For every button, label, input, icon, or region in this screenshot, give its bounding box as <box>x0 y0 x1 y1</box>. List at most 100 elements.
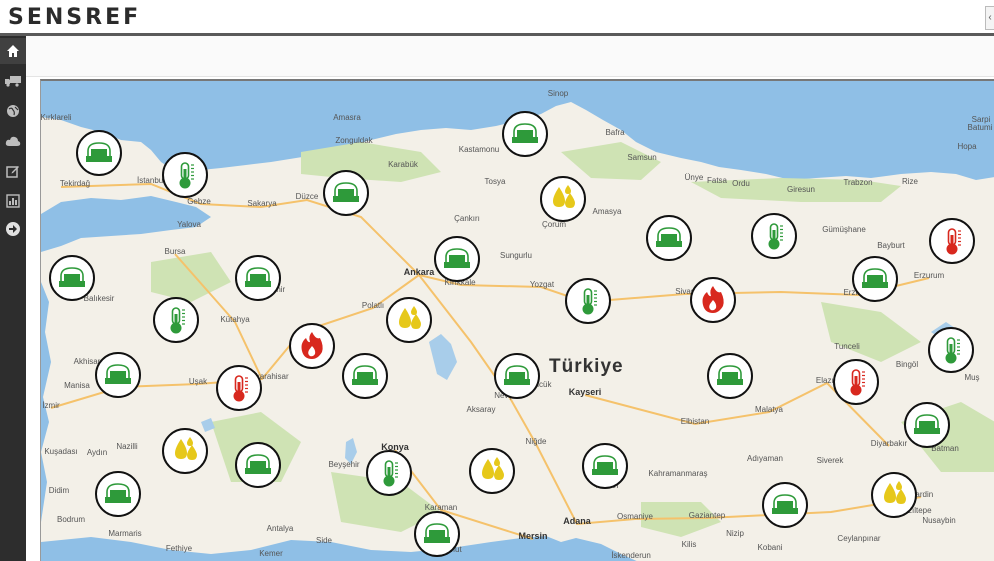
place-label: Uşak <box>189 377 208 386</box>
place-label: Kobani <box>758 543 783 552</box>
marker-silo-green[interactable] <box>494 353 540 399</box>
marker-silo-green[interactable] <box>323 170 369 216</box>
place-label: Rize <box>902 177 919 186</box>
place-label: Ankara <box>404 267 436 277</box>
marker-thermometer-green[interactable] <box>366 450 412 496</box>
marker-silo-green[interactable] <box>235 442 281 488</box>
place-label: Adıyaman <box>747 454 783 463</box>
place-label: Ordu <box>732 179 750 188</box>
sidebar-item-logout[interactable] <box>0 216 26 242</box>
marker-drops-yellow[interactable] <box>162 428 208 474</box>
place-label: Kayseri <box>569 387 602 397</box>
place-label: Tosya <box>485 177 506 186</box>
place-label: Kuşadası <box>44 447 77 456</box>
brand-logo: SENSREF <box>8 5 142 30</box>
place-label: Aksaray <box>467 405 496 414</box>
map-canvas[interactable]: Sinop Kırklareli Amasra Bafra Zonguldak Kasta… <box>41 81 994 561</box>
marker-silo-green[interactable] <box>904 402 950 448</box>
place-label: Samsun <box>627 153 656 162</box>
marker-thermometer-red[interactable] <box>216 365 262 411</box>
marker-silo-green[interactable] <box>646 215 692 261</box>
place-label: Side <box>316 536 333 545</box>
edit-icon <box>6 166 19 178</box>
sidebar-item-home[interactable] <box>0 38 32 64</box>
place-label: Sakarya <box>247 199 277 208</box>
place-label: Bayburt <box>877 241 905 250</box>
place-label: Nizip <box>726 529 744 538</box>
place-label: Bursa <box>165 247 186 256</box>
place-label: İzmir <box>42 401 60 410</box>
arrow-right-circle-icon <box>6 222 20 236</box>
place-label: İstanbul <box>137 176 165 185</box>
place-label: Gaziantep <box>689 511 726 520</box>
place-label: Muş <box>964 373 979 382</box>
marker-drops-yellow[interactable] <box>540 176 586 222</box>
place-label: Elbistan <box>681 417 709 426</box>
sidebar-item-reports[interactable] <box>0 188 26 214</box>
marker-silo-green[interactable] <box>342 353 388 399</box>
place-label: Balıkesir <box>84 294 115 303</box>
place-label: Bafra <box>605 128 625 137</box>
sidebar-item-edit[interactable] <box>0 158 26 184</box>
marker-silo-green[interactable] <box>434 236 480 282</box>
marker-drops-yellow[interactable] <box>469 448 515 494</box>
place-label: Siverek <box>817 456 845 465</box>
marker-silo-green[interactable] <box>76 130 122 176</box>
marker-thermometer-green[interactable] <box>928 327 974 373</box>
map-view[interactable]: Sinop Kırklareli Amasra Bafra Zonguldak Kasta… <box>40 79 994 561</box>
marker-drops-yellow[interactable] <box>871 472 917 518</box>
marker-fire-red[interactable] <box>690 277 736 323</box>
place-label: Gümüşhane <box>822 225 866 234</box>
marker-drops-yellow[interactable] <box>386 297 432 343</box>
place-label: Gebze <box>187 197 211 206</box>
marker-thermometer-green[interactable] <box>751 213 797 259</box>
place-label: Aydın <box>87 448 107 457</box>
place-label: Malatya <box>755 405 784 414</box>
bar-chart-icon <box>6 194 20 208</box>
cloud-icon <box>5 136 21 146</box>
sidebar-item-globe[interactable] <box>0 98 26 124</box>
marker-silo-green[interactable] <box>762 482 808 528</box>
marker-silo-green[interactable] <box>49 255 95 301</box>
marker-silo-green[interactable] <box>95 471 141 517</box>
place-label: Adana <box>563 516 592 526</box>
marker-silo-green[interactable] <box>235 255 281 301</box>
place-label: Osmaniye <box>617 512 654 521</box>
marker-silo-green[interactable] <box>502 111 548 157</box>
marker-thermometer-green[interactable] <box>153 297 199 343</box>
place-label: Ünye <box>685 173 704 182</box>
place-label: Marmaris <box>108 529 141 538</box>
place-label: Kilis <box>682 540 697 549</box>
place-label: Kastamonu <box>459 145 499 154</box>
place-label: Kemer <box>259 549 283 558</box>
marker-silo-green[interactable] <box>707 353 753 399</box>
sidebar-item-fleet[interactable] <box>0 68 26 94</box>
place-label: Karaman <box>425 503 457 512</box>
marker-silo-green[interactable] <box>414 511 460 557</box>
place-label: Yozgat <box>530 280 555 289</box>
place-label: Kahramanmaraş <box>648 469 707 478</box>
page-header <box>26 36 994 77</box>
marker-thermometer-green[interactable] <box>162 152 208 198</box>
place-label: Diyarbakır <box>871 439 908 448</box>
marker-silo-green[interactable] <box>582 443 628 489</box>
place-label: Fatsa <box>707 176 728 185</box>
place-label: Kütahya <box>220 315 250 324</box>
marker-thermometer-green[interactable] <box>565 278 611 324</box>
place-label: Beyşehir <box>328 460 359 469</box>
marker-thermometer-red[interactable] <box>929 218 975 264</box>
place-label: Tekirdağ <box>60 179 90 188</box>
place-label: Manisa <box>64 381 90 390</box>
marker-silo-green[interactable] <box>852 256 898 302</box>
place-label: Polatlı <box>362 301 384 310</box>
place-label: Karabük <box>388 160 419 169</box>
marker-thermometer-red[interactable] <box>833 359 879 405</box>
collapse-icon[interactable]: ‹ <box>985 6 994 30</box>
sidebar-item-cloud[interactable] <box>0 128 26 154</box>
marker-silo-green[interactable] <box>95 352 141 398</box>
place-label: Mersin <box>518 531 547 541</box>
place-label: Amasya <box>593 207 622 216</box>
place-label: Trabzon <box>843 178 872 187</box>
place-label: Akhisar <box>74 357 101 366</box>
marker-fire-red[interactable] <box>289 323 335 369</box>
